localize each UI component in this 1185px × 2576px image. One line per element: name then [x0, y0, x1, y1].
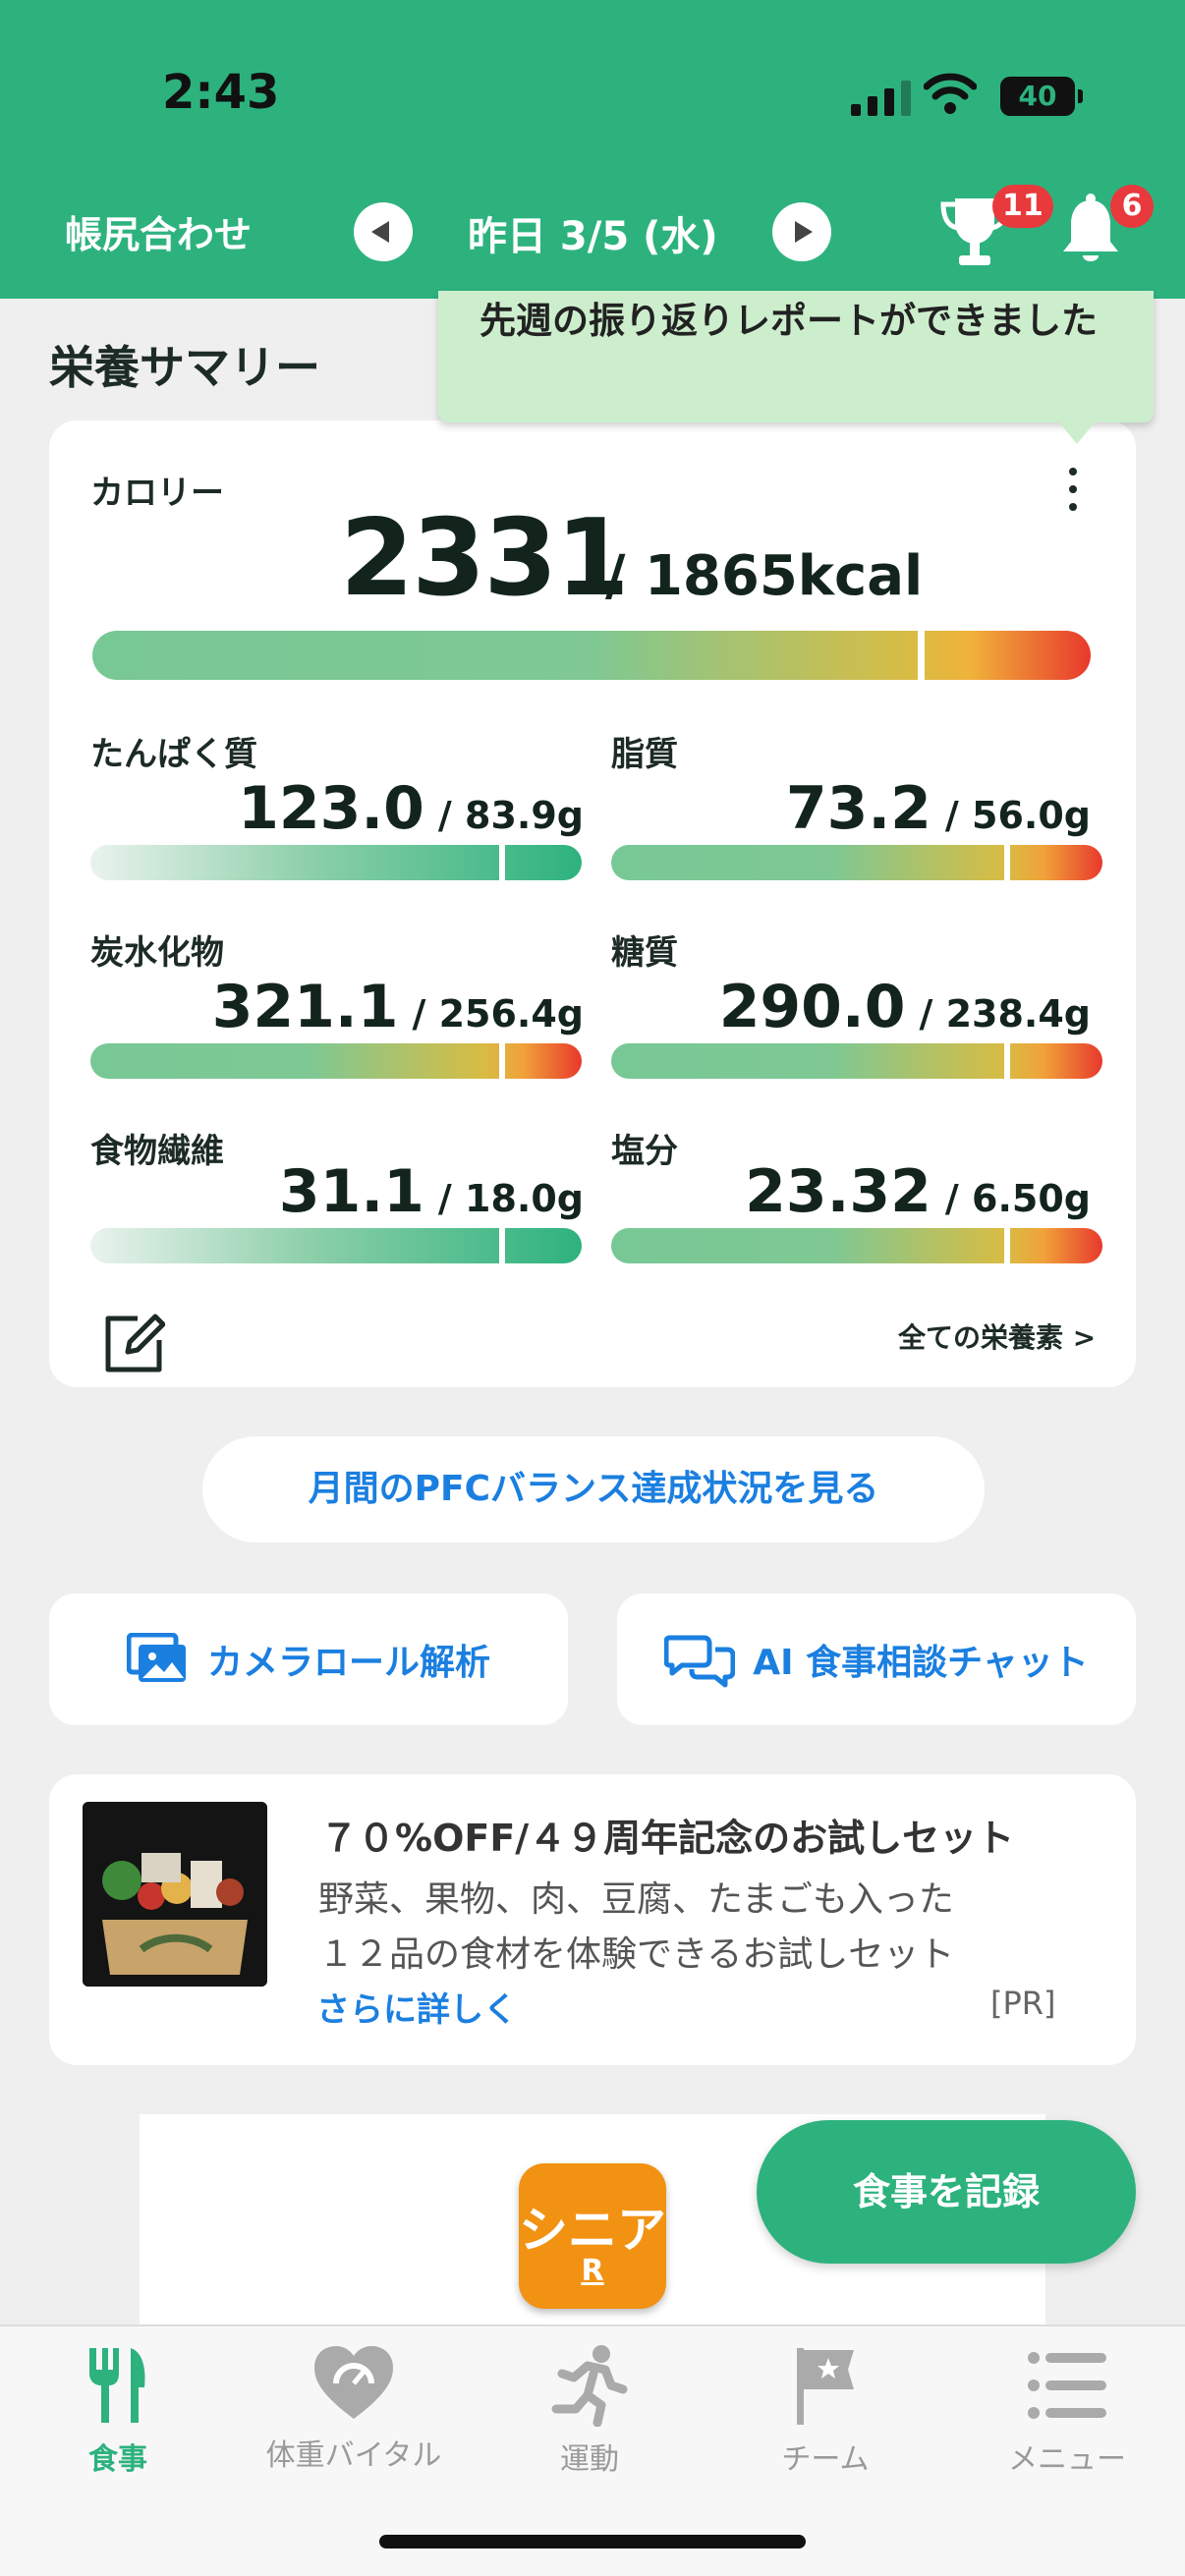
target-marker: [1004, 1228, 1010, 1263]
target-marker: [499, 1228, 505, 1263]
notification-badge: 6: [1110, 185, 1154, 228]
tab-label: チーム: [781, 2442, 870, 2477]
nutrient-label: 糖質: [611, 933, 678, 973]
nutrient-label: たんぱく質: [90, 735, 257, 774]
nutrient-target: / 6.50g: [944, 1177, 1091, 1220]
all-nutrients-link[interactable]: 全ての栄養素 >: [898, 1316, 1096, 1356]
tab-label: 体重バイタル: [265, 2438, 442, 2473]
heart-scale-icon: [314, 2346, 393, 2419]
section-title: 栄養サマリー: [49, 341, 320, 394]
prev-day-button[interactable]: [354, 202, 413, 261]
nutrient-value: 290.0 / 238.4g: [719, 973, 1091, 1041]
trophy-button[interactable]: 11: [939, 185, 1053, 271]
tab-team[interactable]: チーム: [707, 2344, 943, 2482]
nutrient-value: 31.1 / 18.0g: [279, 1157, 584, 1226]
current-date: 昨日 3/5 (水): [468, 214, 718, 259]
chat-bubbles-icon: [664, 1635, 736, 1688]
wifi-icon: [924, 73, 977, 114]
target-marker: [1004, 1043, 1010, 1079]
trophy-badge: 11: [992, 185, 1053, 228]
ad-title: ７０%OFF/４９周年記念のお試しセット: [320, 1817, 1015, 1860]
cellular-signal-icon: [851, 81, 911, 116]
more-options-icon[interactable]: [1063, 464, 1083, 519]
status-time: 2:43: [162, 65, 280, 120]
nutrient-progress-bar: [90, 1228, 582, 1263]
fork-knife-icon: [89, 2348, 145, 2423]
nutrient-progress-bar: [611, 845, 1102, 880]
tab-exercise[interactable]: 運動: [472, 2344, 707, 2482]
nutrient-progress-bar: [611, 1228, 1102, 1263]
nutrient-progress-bar: [90, 1043, 582, 1079]
nutrient-target: / 256.4g: [412, 992, 584, 1036]
nutrient-target: / 83.9g: [437, 794, 584, 837]
nutrient-value: 321.1 / 256.4g: [212, 973, 584, 1041]
chevron-right-icon: [795, 221, 813, 243]
nutrient-progress-bar: [90, 845, 582, 880]
app-header: 2:43 40 帳尻合わせ 昨日 3/5 (水) 11 6: [0, 0, 1185, 299]
nutrient-value: 73.2 / 56.0g: [786, 774, 1091, 843]
calorie-value: 2331: [340, 497, 630, 620]
ad-card[interactable]: ７０%OFF/４９周年記念のお試しセット 野菜、果物、肉、豆腐、たまごも入った …: [49, 1774, 1136, 2065]
home-indicator: [379, 2535, 806, 2548]
calorie-progress-bar: [92, 631, 1091, 680]
nutrient-amount: 23.32: [745, 1157, 931, 1226]
edit-icon[interactable]: [102, 1313, 165, 1375]
notifications-button[interactable]: 6: [1055, 185, 1154, 271]
battery-icon: 40: [1000, 77, 1083, 116]
ad-more-link[interactable]: さらに詳しく: [316, 1983, 517, 2031]
nutrient-label: 塩分: [611, 1132, 678, 1171]
camera-roll-label: カメラロール解析: [206, 1643, 490, 1683]
nutrient-target: / 56.0g: [944, 794, 1091, 837]
ad-description-line-2: １２品の食材を体験できるお試しセット: [318, 1934, 955, 1975]
nutrition-summary-card: カロリー 2331 / 1865kcal たんぱく質 123.0 / 83.9g 脂質…: [49, 420, 1136, 1387]
tab-label: 運動: [560, 2442, 619, 2477]
senior-app-subtext: R: [581, 2254, 604, 2288]
nutrient-amount: 290.0: [718, 973, 906, 1041]
nutrient-amount: 31.1: [278, 1157, 424, 1226]
target-marker: [1004, 845, 1010, 880]
nutrient-amount: 123.0: [238, 774, 424, 843]
tooltip-text: 先週の振り返りレポートができました: [480, 300, 1098, 342]
nutrient-target: / 18.0g: [437, 1177, 584, 1220]
list-menu-icon: [1028, 2352, 1106, 2419]
nutrient-amount: 321.1: [211, 973, 399, 1041]
nutrient-target: / 238.4g: [919, 992, 1091, 1036]
tab-menu[interactable]: メニュー: [949, 2344, 1185, 2482]
target-marker: [499, 845, 505, 880]
record-meal-button[interactable]: 食事を記録: [757, 2120, 1136, 2264]
tab-weight-vitals[interactable]: 体重バイタル: [236, 2344, 472, 2482]
tab-meal[interactable]: 食事: [0, 2344, 236, 2482]
next-day-button[interactable]: [772, 202, 831, 261]
team-flag-icon: [797, 2348, 854, 2425]
ai-chat-button[interactable]: AI 食事相談チャット: [617, 1594, 1136, 1725]
senior-app-icon[interactable]: シニア R: [519, 2163, 666, 2309]
tab-label: 食事: [88, 2442, 147, 2477]
nutrient-label: 炭水化物: [90, 933, 224, 973]
ad-pr-label: [PR]: [990, 1985, 1056, 2022]
weekly-report-tooltip[interactable]: 先週の振り返りレポートができました: [438, 291, 1154, 444]
chevron-left-icon: [371, 221, 389, 243]
nutrient-value: 23.32 / 6.50g: [745, 1157, 1091, 1226]
ad-description-line-1: 野菜、果物、肉、豆腐、たまごも入った: [318, 1879, 954, 1920]
calorie-label: カロリー: [90, 474, 224, 513]
running-person-icon: [551, 2345, 628, 2427]
nutrient-amount: 73.2: [785, 774, 931, 843]
nutrient-progress-bar: [611, 1043, 1102, 1079]
nutrient-label: 食物繊維: [90, 1132, 224, 1171]
calorie-target: / 1865kcal: [605, 544, 924, 608]
nutrient-label: 脂質: [611, 735, 678, 774]
camera-roll-button[interactable]: カメラロール解析: [49, 1594, 568, 1725]
pfc-balance-button[interactable]: 月間のPFCバランス達成状況を見る: [202, 1436, 985, 1542]
senior-app-text: シニア: [519, 2202, 666, 2259]
target-marker: [499, 1043, 505, 1079]
ad-product-image: [83, 1802, 267, 1987]
balance-adjust-button[interactable]: 帳尻合わせ: [65, 204, 252, 258]
ai-chat-label: AI 食事相談チャット: [753, 1643, 1089, 1683]
photo-gallery-icon: [126, 1633, 186, 1682]
tab-label: メニュー: [1008, 2442, 1126, 2477]
nutrient-value: 123.0 / 83.9g: [238, 774, 584, 843]
